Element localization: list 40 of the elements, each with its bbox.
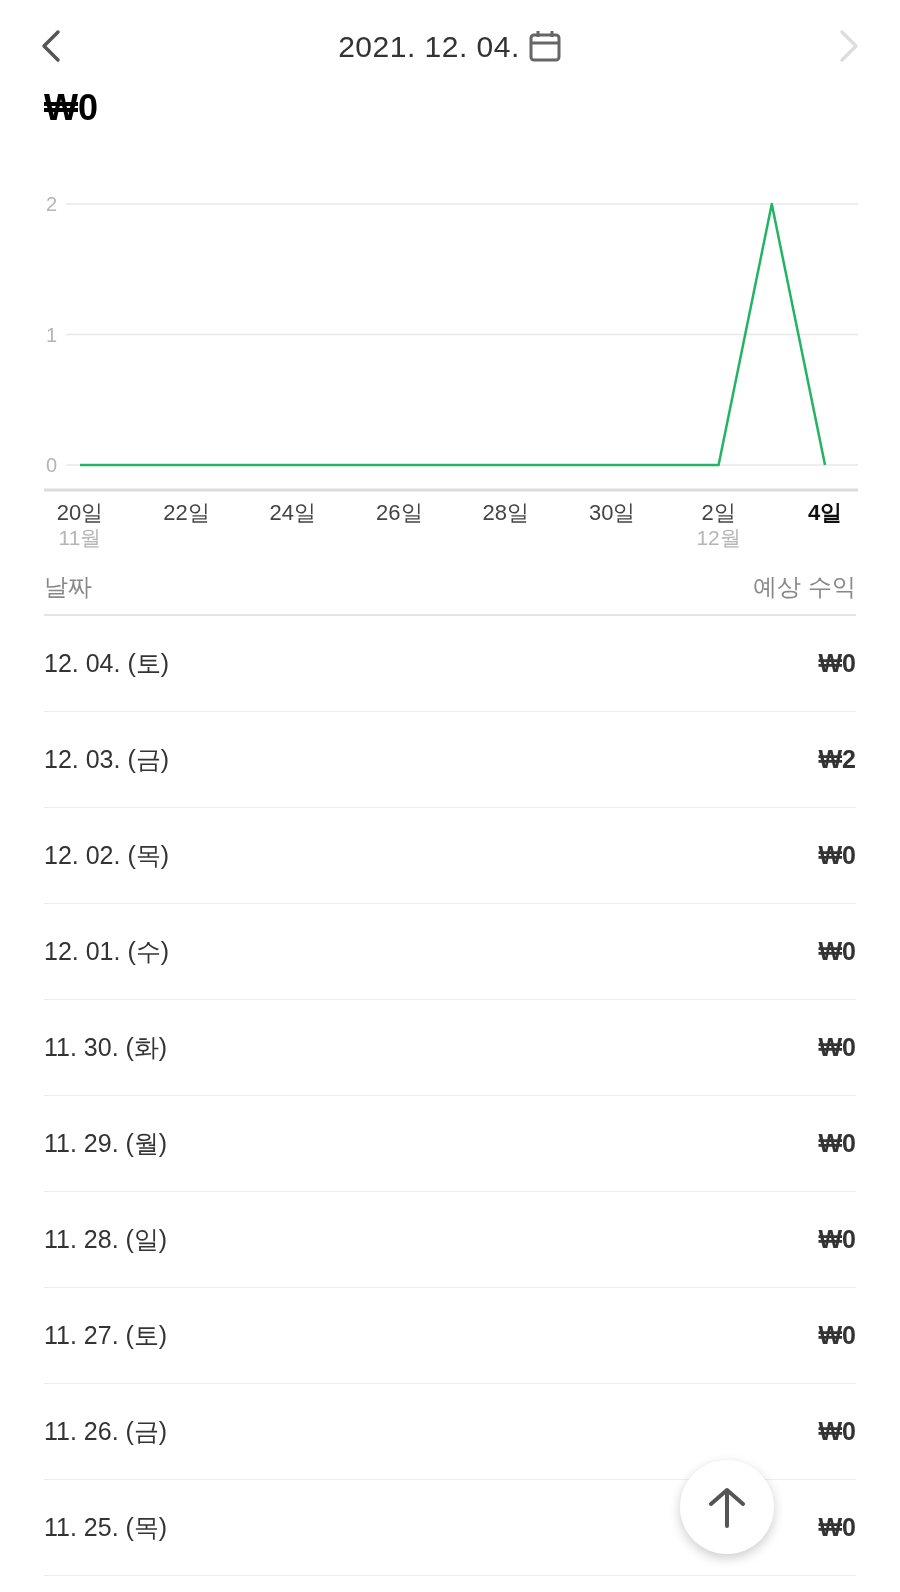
revenue-cell-text: ₩0 [818,1415,856,1447]
column-header: 예상 수익 [753,572,856,602]
revenue-cell-text: ₩0 [818,839,856,871]
column-header: 날짜 [44,572,92,602]
revenue-cell-text: ₩0 [818,1031,856,1063]
x-axis-label: 24일 [269,500,317,525]
date-cell-text: 12. 01. (수) [44,935,170,967]
revenue-cell-text: ₩0 [818,935,856,967]
x-axis-label: 2일 [701,500,736,525]
date-title: 2021. 12. 04. [338,28,520,65]
revenue-cell-text: ₩0 [818,1223,856,1255]
scroll-to-top-button[interactable] [680,1460,774,1554]
revenue-cell-text: ₩0 [818,1319,856,1351]
date-cell-text: 11. 30. (화) [44,1031,168,1063]
revenue-cell-text: ₩0 [818,1127,856,1159]
x-axis-label: 28일 [482,500,529,525]
date-cell-text: 11. 26. (금) [44,1415,168,1447]
revenue-cell-text: ₩0 [818,647,856,679]
x-axis-label: 4일 [807,500,843,525]
revenue-cell-text: ₩0 [818,1511,856,1543]
x-axis-label: 26일 [376,500,423,525]
date-cell-text: 11. 25. (목) [44,1511,168,1543]
month-label: 12월 [696,526,741,549]
month-label: 11월 [58,526,102,549]
total-revenue: ₩0 [44,87,98,128]
y-axis-label: 0 [46,454,58,476]
date-cell-text: 11. 27. (토) [44,1319,168,1351]
date-cell-text: 12. 02. (목) [44,839,170,871]
revenue-cell-text: ₩2 [818,743,856,775]
x-axis-label: 20일 [56,500,104,525]
date-cell-text: 12. 03. (금) [44,743,170,775]
date-cell-text: 11. 28. (일) [44,1223,168,1255]
arrow-up-icon [707,1486,747,1528]
x-axis-label: 30일 [588,500,636,525]
date-cell-text: 11. 29. (월) [44,1127,168,1159]
x-axis-label: 22일 [163,500,210,525]
y-axis-label: 2 [46,193,58,215]
date-cell-text: 12. 04. (토) [44,647,170,679]
calendar-icon[interactable] [527,29,562,63]
y-axis-label: 1 [46,323,58,346]
